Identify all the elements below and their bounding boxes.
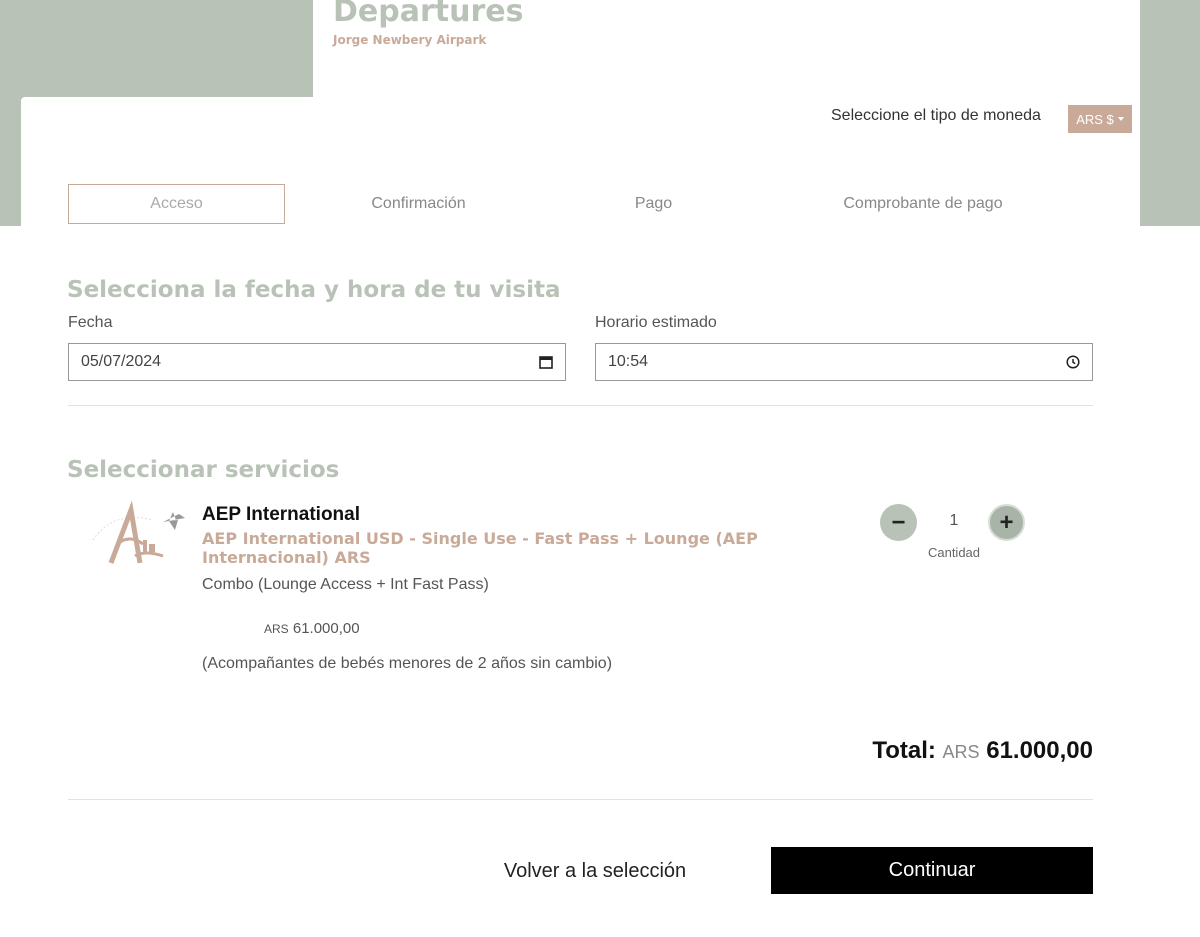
service-price-currency: ARS: [264, 622, 289, 636]
visit-section-title: Selecciona la fecha y hora de tu visita: [67, 277, 561, 303]
divider: [68, 405, 1093, 406]
service-combo: Combo (Lounge Access + Int Fast Pass): [202, 576, 489, 593]
caret-down-icon: [1117, 117, 1124, 121]
minus-icon: −: [891, 508, 906, 536]
step-pago[interactable]: Pago: [545, 184, 762, 224]
service-note: (Acompañantes de bebés menores de 2 años…: [202, 655, 613, 672]
time-label: Horario estimado: [595, 314, 717, 331]
currency-selected: ARS $: [1076, 111, 1114, 127]
time-input[interactable]: 10:54: [595, 343, 1093, 381]
date-label: Fecha: [68, 314, 113, 331]
total-label: Total:: [872, 737, 936, 764]
plus-icon: +: [999, 508, 1014, 536]
services-section-title: Seleccionar servicios: [67, 457, 340, 483]
date-value: 05/07/2024: [81, 353, 162, 370]
calendar-icon[interactable]: [539, 355, 553, 369]
step-acceso[interactable]: Acceso: [68, 184, 285, 224]
total-value: 61.000,00: [986, 737, 1093, 764]
page-title: Departures: [333, 0, 524, 29]
step-comprobante[interactable]: Comprobante de pago: [800, 184, 1046, 224]
time-value: 10:54: [608, 353, 649, 370]
decrease-quantity-button[interactable]: −: [880, 504, 917, 541]
page-subtitle: Jorge Newbery Airpark: [333, 33, 487, 47]
quantity-label: Cantidad: [927, 545, 981, 560]
service-price: ARS 61.000,00: [264, 620, 360, 637]
date-input[interactable]: 05/07/2024: [68, 343, 566, 381]
increase-quantity-button[interactable]: +: [988, 504, 1025, 541]
service-name: AEP International: [202, 504, 361, 525]
continue-button[interactable]: Continuar: [771, 847, 1093, 894]
aep-logo-icon: [92, 500, 185, 564]
service-price-value: 61.000,00: [292, 620, 360, 637]
step-confirmacion[interactable]: Confirmación: [310, 184, 527, 224]
header-background-right: [1140, 0, 1200, 226]
service-description: AEP International USD - Single Use - Fas…: [202, 529, 758, 567]
total-currency: ARS: [942, 742, 980, 762]
currency-dropdown[interactable]: ARS $: [1068, 105, 1132, 133]
divider: [68, 799, 1093, 800]
clock-icon[interactable]: [1066, 355, 1080, 369]
back-button[interactable]: Volver a la selección: [470, 848, 720, 894]
currency-label: Seleccione el tipo de moneda: [831, 107, 1041, 124]
quantity-value: 1: [949, 512, 959, 529]
total-amount: Total: ARS 61.000,00: [760, 737, 1093, 765]
